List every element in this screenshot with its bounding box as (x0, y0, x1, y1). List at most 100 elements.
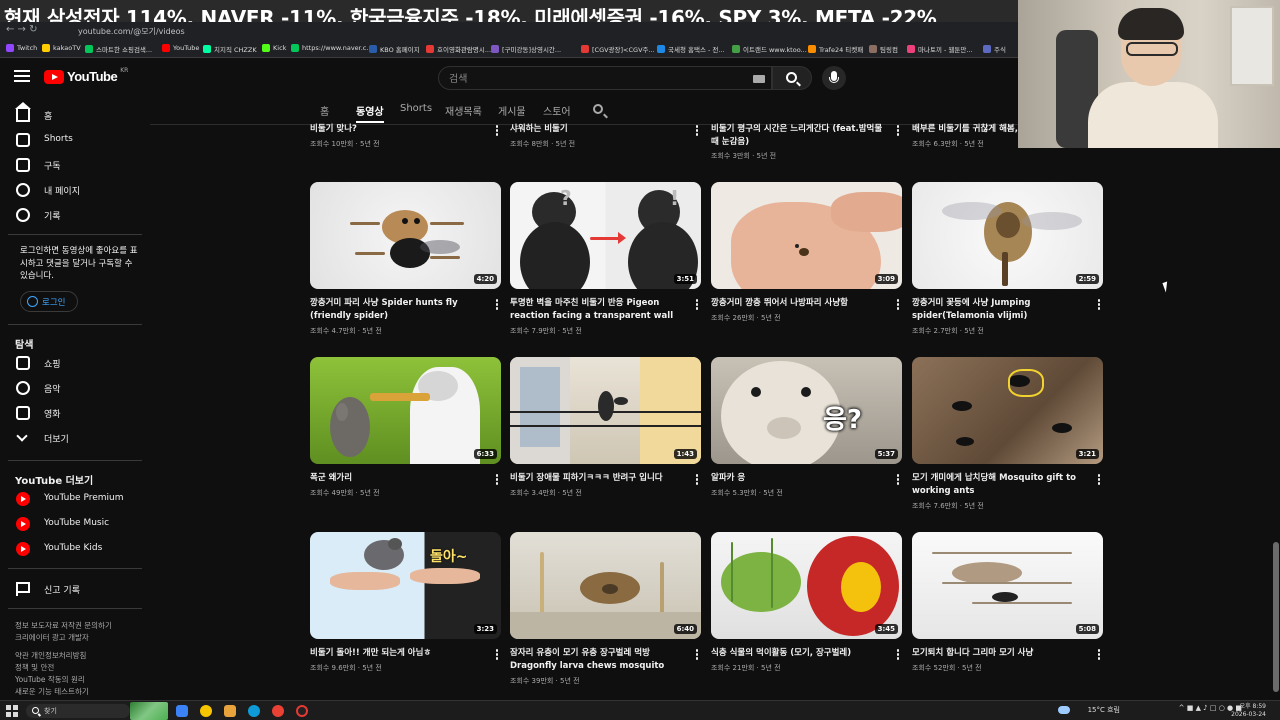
video-title[interactable]: 식충 식물의 먹이활동 (모기, 장구벌레) (711, 647, 883, 660)
obs-icon[interactable] (296, 705, 308, 717)
video-title[interactable]: 비둘기 평구의 시간은 느리게간다 (feat.밤먹물때 눈감음) (711, 123, 883, 148)
bookmark-item[interactable]: 국세청 홈택스 - 전... (657, 44, 725, 54)
video-title[interactable]: 깡충거미 깡충 뛰어서 나방파리 사냥함 (711, 297, 883, 310)
bookmark-item[interactable]: 호이영화관람명시... (426, 44, 491, 54)
bookmark-item[interactable]: 주식 (983, 44, 1006, 54)
taskbar-clock[interactable]: 오후 8:59 2026-03-24 (1231, 703, 1266, 719)
widgets-icon[interactable] (130, 702, 168, 720)
bookmark-item[interactable]: 스마트한 쇼핑검색... (85, 44, 152, 54)
video-title[interactable]: 모기 개미에게 납치당해 Mosquito gift to working an… (912, 472, 1084, 497)
more-options-icon[interactable] (895, 125, 901, 137)
sidebar-item[interactable]: 구독 (0, 153, 150, 177)
video-title[interactable]: 잠자리 유충이 모기 유충 장구벌레 먹방 Dragonfly larva ch… (510, 647, 682, 672)
bookmark-item[interactable]: Twitch (6, 44, 37, 52)
voice-search-button[interactable] (822, 66, 846, 90)
video-title[interactable]: 비둘기 돌아!! 개만 되는게 아님ㅎ (310, 647, 482, 660)
video-thumbnail[interactable]: 3:09 (711, 182, 902, 289)
more-options-icon[interactable] (694, 299, 700, 311)
bookmark-item[interactable]: 팀링컴 (869, 44, 898, 54)
video-thumbnail[interactable]: ?! 3:51 (510, 182, 701, 289)
sidebar-item[interactable]: 기록 (0, 203, 150, 227)
app-icon[interactable] (200, 705, 212, 717)
footer-link[interactable]: YouTube 작동의 원리 (15, 674, 85, 685)
video-title[interactable]: 비둘기 장애물 피하기ㅋㅋㅋ 반려구 입니다 (510, 472, 682, 485)
search-box[interactable] (438, 66, 772, 90)
sidebar-item[interactable]: YouTube Music (0, 512, 150, 536)
more-options-icon[interactable] (1096, 474, 1102, 486)
bookmark-item[interactable]: 치지직 CHZZK (203, 44, 257, 54)
search-button[interactable] (772, 66, 812, 90)
more-options-icon[interactable] (694, 474, 700, 486)
search-input[interactable] (449, 71, 739, 87)
video-title[interactable]: 폭군 왜가리 (310, 472, 482, 485)
bookmark-item[interactable]: Kick (262, 44, 286, 52)
video-title[interactable]: 투명한 벽을 마주친 비둘기 반응 Pigeon reaction facing… (510, 297, 682, 322)
weather-text[interactable]: 15°C 흐림 (1088, 705, 1120, 715)
more-options-icon[interactable] (1096, 649, 1102, 661)
bookmark-item[interactable]: 이트랜드 www.ktoo... (732, 44, 807, 54)
sidebar-item[interactable]: YouTube Premium (0, 487, 150, 511)
footer-link[interactable]: 새로운 기능 테스트하기 (15, 686, 89, 697)
footer-link[interactable]: 정보 보도자료 저작권 문의하기 (15, 620, 112, 631)
sidebar-item[interactable]: 영화 (0, 401, 150, 425)
sidebar-item[interactable]: YouTube Kids (0, 537, 150, 561)
bookmark-item[interactable]: 마나토끼 - 웹툰만... (907, 44, 973, 54)
start-button[interactable] (6, 705, 18, 717)
video-thumbnail[interactable]: 돌아~ 3:23 (310, 532, 501, 639)
more-options-icon[interactable] (694, 125, 700, 137)
file-explorer-icon[interactable] (224, 705, 236, 717)
address-bar[interactable]: ← → ↻ youtube.com/@모기/videos (0, 22, 1018, 40)
more-options-icon[interactable] (494, 125, 500, 137)
taskbar-search[interactable]: 찾기 (26, 704, 130, 718)
channel-tab[interactable]: 홈 (320, 103, 329, 118)
video-thumbnail[interactable]: 3:45 (711, 532, 902, 639)
copilot-icon[interactable] (176, 705, 188, 717)
sidebar-item[interactable]: 쇼핑 (0, 351, 150, 375)
sidebar-item[interactable]: 내 페이지 (0, 178, 150, 202)
bookmark-item[interactable]: YouTube (162, 44, 199, 52)
edge-icon[interactable] (248, 705, 260, 717)
more-options-icon[interactable] (694, 649, 700, 661)
channel-tab[interactable]: 게시물 (498, 103, 526, 118)
channel-tab[interactable]: 스토어 (543, 103, 571, 118)
keyboard-icon[interactable] (753, 75, 765, 83)
video-title[interactable]: 비둘기 맞나? (310, 123, 482, 136)
bookmark-item[interactable]: [구미강동]상영시간... (491, 44, 561, 54)
sidebar-item-report[interactable]: 신고 기록 (0, 577, 150, 601)
video-thumbnail[interactable]: 1:43 (510, 357, 701, 464)
video-title[interactable]: 깡충거미 파리 사냥 Spider hunts fly (friendly sp… (310, 297, 482, 322)
scrollbar-thumb[interactable] (1273, 542, 1279, 692)
more-options-icon[interactable] (895, 649, 901, 661)
menu-icon[interactable] (14, 70, 30, 84)
bookmark-item[interactable]: KBO 홈페이지 (369, 44, 420, 54)
sidebar-item[interactable]: 더보기 (0, 426, 150, 450)
footer-link[interactable]: 약관 개인정보처리방침 (15, 650, 86, 661)
more-options-icon[interactable] (494, 299, 500, 311)
more-options-icon[interactable] (895, 474, 901, 486)
more-options-icon[interactable] (895, 299, 901, 311)
footer-link[interactable]: 정책 및 안전 (15, 662, 54, 673)
video-thumbnail[interactable]: 6:33 (310, 357, 501, 464)
footer-link[interactable]: 크리에이터 광고 개발자 (15, 632, 89, 643)
video-thumbnail[interactable]: 6:40 (510, 532, 701, 639)
video-title[interactable]: 깡충거미 꽃등에 사냥 Jumping spider(Telamonia vli… (912, 297, 1084, 322)
sidebar-item[interactable]: Shorts (0, 128, 150, 152)
video-title[interactable]: 샤워하는 비둘기 (510, 123, 682, 136)
more-options-icon[interactable] (494, 649, 500, 661)
chrome-icon[interactable] (272, 705, 284, 717)
bookmark-item[interactable]: Trafe24 티켓패 (808, 44, 863, 54)
video-thumbnail[interactable]: 응? 5:37 (711, 357, 902, 464)
bookmark-item[interactable]: https://www.naver.c... (291, 44, 373, 52)
sidebar-item[interactable]: 홈 (0, 102, 150, 127)
video-thumbnail[interactable]: 4:20 (310, 182, 501, 289)
video-thumbnail[interactable]: 2:59 (912, 182, 1103, 289)
video-thumbnail[interactable]: 5:08 (912, 532, 1103, 639)
login-button[interactable]: 로그인 (20, 291, 78, 312)
page-scrollbar[interactable] (1272, 96, 1280, 700)
back-forward-icon[interactable]: ← → ↻ (6, 24, 38, 35)
url-text[interactable]: youtube.com/@모기/videos (78, 26, 185, 37)
channel-tab[interactable]: 재생목록 (445, 103, 482, 118)
bookmark-item[interactable]: [CGV광장]<CGV주... (581, 44, 655, 54)
sidebar-item[interactable]: 음악 (0, 376, 150, 400)
video-thumbnail[interactable]: 3:21 (912, 357, 1103, 464)
